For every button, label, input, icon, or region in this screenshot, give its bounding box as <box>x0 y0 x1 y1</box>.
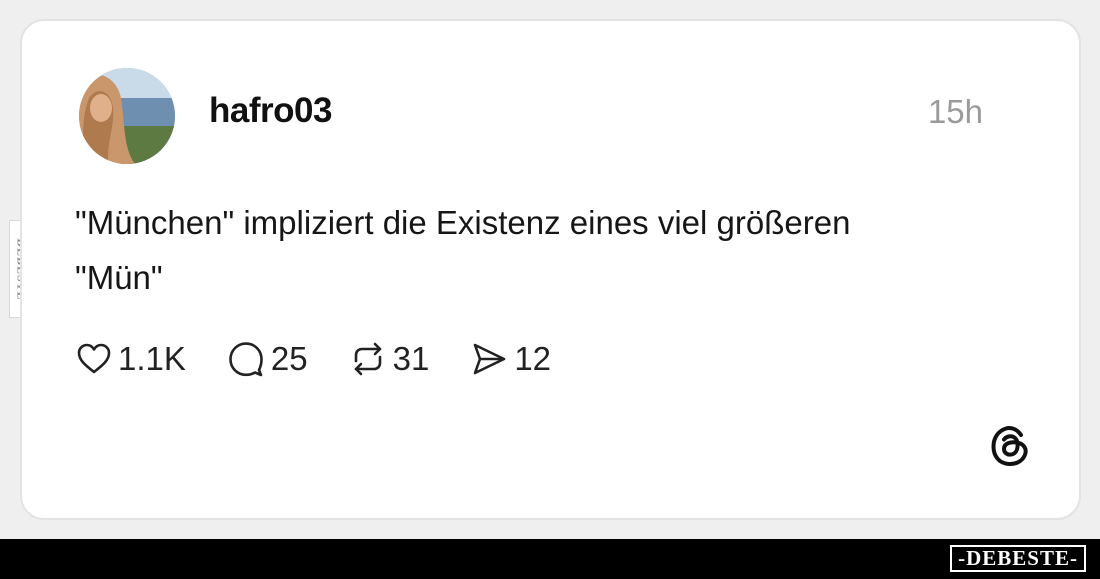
repost-icon <box>354 342 381 376</box>
comment-button[interactable]: 25 <box>228 340 308 378</box>
like-button[interactable]: 1.1K <box>77 340 186 378</box>
like-count: 1.1K <box>118 340 186 377</box>
avatar-photo <box>79 68 175 164</box>
avatar[interactable] <box>79 68 175 164</box>
post-text: "München" impliziert die Existenz eines … <box>75 204 851 296</box>
heart-icon <box>77 343 111 374</box>
page: DEBESTE hafro03 15h "München" impliziert… <box>0 0 1100 579</box>
brand-logo[interactable]: -DEBESTE- <box>950 545 1086 572</box>
share-count: 12 <box>514 340 552 377</box>
repost-count: 31 <box>392 340 430 377</box>
comment-bubble-icon <box>229 342 263 377</box>
send-icon <box>474 343 506 375</box>
footer-bar: -DEBESTE- <box>0 539 1100 579</box>
share-button[interactable]: 12 <box>471 340 551 378</box>
comment-count: 25 <box>270 340 308 377</box>
action-bar: 1.1K 25 31 12 <box>77 339 593 379</box>
threads-logo-icon[interactable] <box>987 422 1035 470</box>
post-card[interactable]: hafro03 15h "München" impliziert die Exi… <box>20 19 1081 520</box>
username[interactable]: hafro03 <box>209 91 332 131</box>
timestamp: 15h <box>927 93 983 130</box>
repost-button[interactable]: 31 <box>350 340 430 378</box>
